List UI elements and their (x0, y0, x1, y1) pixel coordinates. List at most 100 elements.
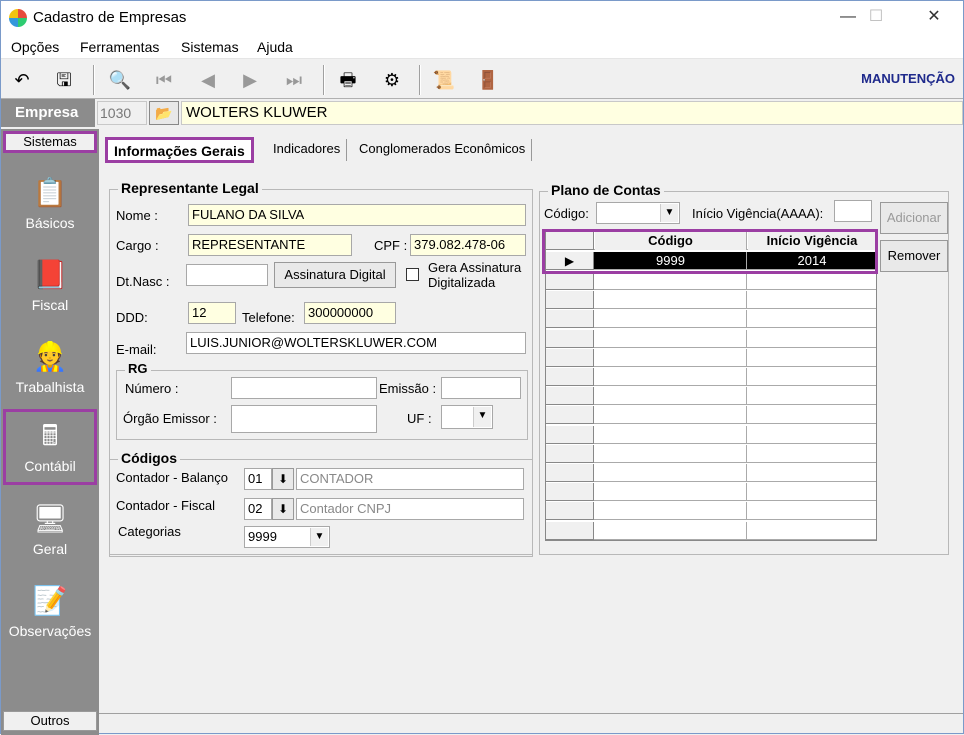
empty-table-row[interactable] (546, 483, 876, 502)
cell-inicio-vigencia (748, 426, 876, 444)
grid-header-row: Código Início Vigência (546, 232, 876, 250)
empresa-name-field[interactable]: WOLTERS KLUWER (181, 101, 963, 125)
exit-door-icon[interactable]: 🚪 (475, 67, 501, 93)
emissao-field[interactable] (441, 377, 521, 399)
tab-indicadores[interactable]: Indicadores (267, 139, 348, 161)
chevron-down-icon[interactable]: ▼ (310, 528, 328, 546)
menu-bar: Opções Ferramentas Sistemas Ajuda (1, 35, 963, 59)
close-button[interactable]: ✕ (911, 1, 957, 33)
menu-opcoes[interactable]: Opções (11, 39, 59, 55)
download-arrow-icon[interactable]: ⬇ (272, 498, 294, 520)
sidebar-item-contabil[interactable]: 🖩 Contábil (3, 409, 97, 485)
dtnasc-field[interactable] (186, 264, 268, 286)
email-field[interactable]: LUIS.JUNIOR@WOLTERSKLUWER.COM (186, 332, 526, 354)
first-record-icon[interactable]: ⏮ (151, 67, 177, 93)
gera-assinatura-checkbox[interactable] (406, 268, 419, 281)
cargo-field[interactable]: REPRESENTANTE (188, 234, 352, 256)
empty-table-row[interactable] (546, 368, 876, 386)
sidebar-item-geral[interactable]: 🖥 Geral (3, 495, 97, 571)
last-record-icon[interactable]: ⏭ (281, 67, 307, 93)
folder-open-icon[interactable]: 📂 (149, 101, 179, 125)
cell-inicio-vigencia: 2014 (797, 253, 827, 268)
uf-label: UF : (407, 411, 432, 426)
column-header-codigo[interactable]: Código (595, 232, 747, 250)
sidebar-footer-outros[interactable]: Outros (3, 711, 97, 731)
chevron-down-icon[interactable]: ▼ (473, 407, 491, 427)
download-arrow-icon[interactable]: ⬇ (272, 468, 294, 490)
cell-codigo (595, 368, 747, 386)
row-indicator (546, 425, 594, 444)
maximize-button[interactable]: ☐ (853, 1, 899, 33)
print-icon[interactable]: 🖶 (335, 67, 361, 93)
contador-balanco-code[interactable]: 01 (244, 468, 272, 490)
cell-codigo (595, 425, 747, 444)
table-row[interactable]: ▶ 9999 2014 (546, 252, 876, 270)
empty-table-row[interactable] (546, 272, 876, 290)
tab-conglomerados[interactable]: Conglomerados Econômicos (353, 139, 533, 161)
previous-record-icon[interactable]: ◀ (195, 67, 221, 93)
notepad-pen-icon: 📝 (32, 585, 68, 616)
cell-inicio-vigencia (748, 502, 876, 520)
empty-table-row[interactable] (546, 425, 876, 444)
group-title: Códigos (118, 450, 180, 466)
empty-table-row[interactable] (546, 329, 876, 348)
menu-ajuda[interactable]: Ajuda (257, 39, 293, 55)
nome-field[interactable]: FULANO DA SILVA (188, 204, 526, 226)
sidebar-item-trabalhista[interactable]: 👷 Trabalhista (3, 333, 97, 409)
assinatura-digital-button[interactable]: Assinatura Digital (274, 262, 396, 288)
empty-table-row[interactable] (546, 464, 876, 482)
categorias-select[interactable]: 9999 ▼ (244, 526, 330, 548)
contador-balanco-name: CONTADOR (296, 468, 524, 490)
row-indicator (546, 502, 594, 521)
next-record-icon[interactable]: ▶ (237, 67, 263, 93)
contador-fiscal-name: Contador CNPJ (296, 498, 524, 520)
group-title: Representante Legal (118, 180, 262, 196)
report-icon[interactable]: 📜 (431, 67, 457, 93)
orgao-field[interactable] (231, 405, 377, 433)
empty-table-row[interactable] (546, 444, 876, 463)
cpf-field[interactable]: 379.082.478-06 (410, 234, 526, 256)
empty-table-row[interactable] (546, 521, 876, 540)
settings-icon[interactable]: ⚙ (379, 67, 405, 93)
empty-table-row[interactable] (546, 348, 876, 367)
toolbar-separator (93, 65, 95, 95)
telefone-field[interactable]: 300000000 (304, 302, 396, 324)
orgao-label: Órgão Emissor : (123, 411, 217, 426)
column-header-inicio-vigencia[interactable]: Início Vigência (748, 232, 876, 250)
contador-fiscal-label: Contador - Fiscal (116, 498, 215, 513)
remover-button[interactable]: Remover (880, 240, 948, 272)
empresa-code-field[interactable]: 1030 (97, 101, 147, 125)
empty-table-row[interactable] (546, 310, 876, 329)
menu-ferramentas[interactable]: Ferramentas (80, 39, 159, 55)
empty-table-row[interactable] (546, 387, 876, 406)
codigos-group: Códigos Contador - Balanço 01 ⬇ CONTADOR… (109, 450, 533, 555)
empty-table-row[interactable] (546, 291, 876, 310)
sidebar-item-basicos[interactable]: 📋 Básicos (3, 169, 97, 245)
inicio-vigencia-field[interactable] (834, 200, 872, 222)
sidebar-header-sistemas[interactable]: Sistemas (3, 131, 97, 153)
computer-info-icon: 🖥 (32, 503, 68, 534)
preview-icon[interactable]: 🔍 (107, 67, 133, 93)
toolbar-separator (323, 65, 325, 95)
undo-icon[interactable]: ↶ (9, 67, 35, 93)
plano-de-contas-grid[interactable]: Código Início Vigência ▶ 9999 2014 (545, 231, 877, 541)
uf-select[interactable]: ▼ (441, 405, 493, 429)
empty-table-row[interactable] (546, 406, 876, 425)
save-icon[interactable]: 🖫 (51, 67, 77, 93)
adicionar-button[interactable]: Adicionar (880, 202, 948, 234)
ddd-field[interactable]: 12 (188, 302, 236, 324)
toolbar-separator (419, 65, 421, 95)
cell-codigo (595, 444, 747, 463)
sidebar-item-observacoes[interactable]: 📝 Observações (3, 577, 97, 653)
chevron-down-icon[interactable]: ▼ (660, 204, 678, 222)
empty-table-row[interactable] (546, 502, 876, 521)
cell-codigo (595, 348, 747, 367)
numero-field[interactable] (231, 377, 377, 399)
rg-group: RG Número : Emissão : Órgão Emissor : UF… (116, 361, 528, 440)
contador-fiscal-code[interactable]: 02 (244, 498, 272, 520)
tab-informacoes-gerais[interactable]: Informações Gerais (105, 137, 254, 163)
row-indicator (546, 329, 594, 348)
menu-sistemas[interactable]: Sistemas (181, 39, 239, 55)
sidebar-item-fiscal[interactable]: 📕 Fiscal (3, 251, 97, 327)
codigo-select[interactable]: ▼ (596, 202, 680, 224)
